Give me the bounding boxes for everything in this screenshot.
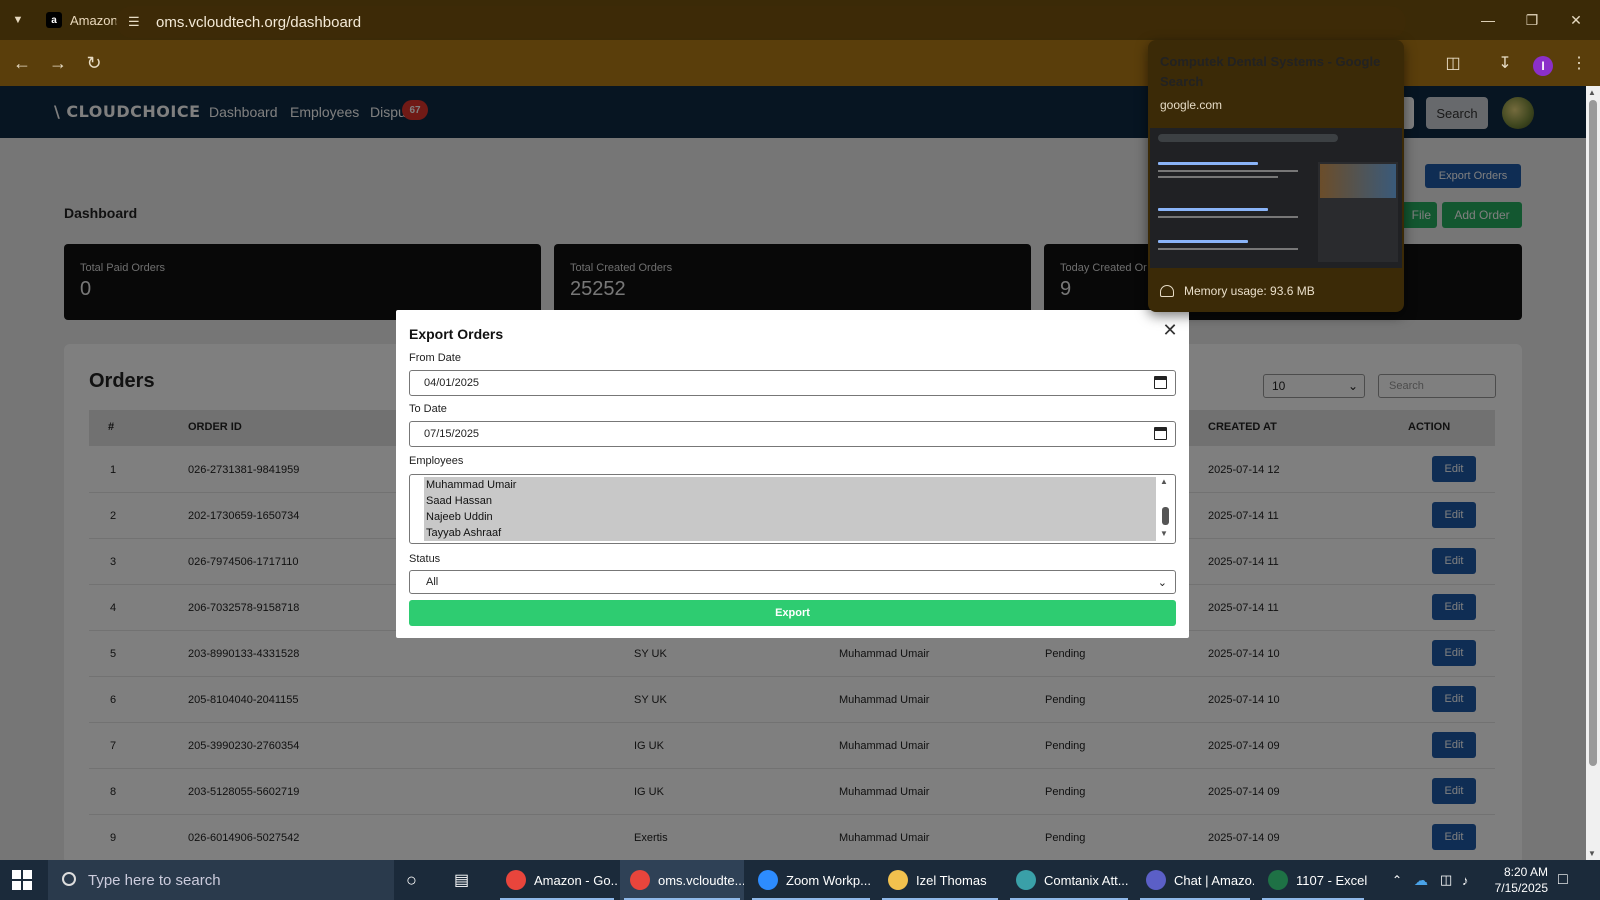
search-icon <box>62 872 76 886</box>
to-date-value: 07/15/2025 <box>424 428 480 440</box>
to-date-input[interactable]: 07/15/2025 <box>409 421 1176 447</box>
status-value: All <box>426 576 439 588</box>
taskbar-search-input[interactable]: Type here to search <box>48 860 394 900</box>
preview-result-text <box>1158 248 1298 250</box>
cortana-icon[interactable]: ○ <box>406 860 417 900</box>
chrome-icon <box>506 870 526 890</box>
scroll-up-icon[interactable]: ▲ <box>1588 88 1596 97</box>
taskbar-search-placeholder: Type here to search <box>88 871 221 889</box>
chrome-icon <box>630 870 650 890</box>
taskbar-app-label: Izel Thomas <box>916 872 987 888</box>
taskbar-clock[interactable]: 8:20 AM 7/15/2025 <box>1486 864 1548 896</box>
preview-search-bar <box>1158 134 1338 142</box>
modal-title: Export Orders <box>409 326 504 342</box>
preview-result-link <box>1158 240 1248 243</box>
scrollbar-thumb[interactable] <box>1589 100 1597 766</box>
close-window-icon[interactable]: ✕ <box>1554 0 1598 40</box>
clock-date: 7/15/2025 <box>1494 881 1548 895</box>
from-date-value: 04/01/2025 <box>424 377 480 389</box>
close-icon[interactable]: ✕ <box>1160 320 1180 340</box>
employees-multiselect[interactable]: Muhammad Umair Saad Hassan Najeeb Uddin … <box>409 474 1176 544</box>
taskbar-app[interactable]: Zoom Workp... <box>748 860 874 900</box>
chevron-down-icon: ⌄ <box>1157 576 1167 589</box>
taskbar-app-label: 1107 - Excel <box>1296 872 1368 888</box>
clock-time: 8:20 AM <box>1503 865 1548 879</box>
forward-icon[interactable]: → <box>40 45 76 81</box>
scroll-down-icon[interactable]: ▼ <box>1588 849 1596 858</box>
windows-start-icon[interactable] <box>12 870 32 890</box>
employee-option[interactable]: Saad Hassan <box>426 495 492 507</box>
employees-scrollbar[interactable]: ▲ ▼ <box>1159 477 1171 539</box>
restore-icon[interactable]: ❐ <box>1510 0 1554 40</box>
extensions-icon[interactable]: ◫ <box>1440 50 1466 76</box>
employee-option[interactable]: Muhammad Umair <box>426 479 516 491</box>
page-scrollbar[interactable]: ▲ ▼ <box>1586 86 1600 860</box>
taskbar-app[interactable]: Izel Thomas <box>878 860 1002 900</box>
preview-result-text <box>1158 176 1278 178</box>
to-date-label: To Date <box>409 403 447 415</box>
site-info-icon[interactable]: ☰ <box>128 14 144 30</box>
calendar-icon[interactable] <box>1154 376 1167 389</box>
preview-result-link <box>1158 162 1258 165</box>
hover-card-domain: google.com <box>1160 98 1223 112</box>
from-date-label: From Date <box>409 352 461 364</box>
memory-usage: Memory usage: 93.6 MB <box>1160 284 1315 298</box>
employees-label: Employees <box>409 455 464 467</box>
teams-icon <box>1146 870 1166 890</box>
taskbar-app-label: Chat | Amazo... <box>1174 872 1254 888</box>
profile-avatar[interactable]: I <box>1530 53 1556 79</box>
network-icon[interactable]: ◫ <box>1440 860 1452 900</box>
excel-icon <box>1268 870 1288 890</box>
minimize-icon[interactable]: — <box>1466 0 1510 40</box>
taskbar-app-label: Comtanix Att... <box>1044 872 1129 888</box>
employee-option[interactable]: Najeeb Uddin <box>426 511 493 523</box>
back-icon[interactable]: ← <box>4 45 40 81</box>
folder-icon <box>888 870 908 890</box>
employee-option[interactable]: Tayyab Ashraaf <box>426 527 501 539</box>
calendar-icon[interactable] <box>1154 427 1167 440</box>
status-label: Status <box>409 553 441 565</box>
scroll-up-icon[interactable]: ▲ <box>1160 477 1168 486</box>
preview-map-image <box>1320 164 1396 198</box>
taskbar-app[interactable]: oms.vcloudte... <box>620 860 744 900</box>
url-text: oms.vcloudtech.org/dashboard <box>156 13 362 31</box>
taskbar-app-label: oms.vcloudte... <box>658 872 744 888</box>
status-select[interactable]: All ⌄ <box>409 570 1176 594</box>
taskbar-app[interactable]: Comtanix Att... <box>1006 860 1132 900</box>
taskbar-app-label: Zoom Workp... <box>786 872 872 888</box>
memory-gauge-icon <box>1160 285 1174 297</box>
scroll-down-icon[interactable]: ▼ <box>1160 529 1168 538</box>
tab-search-menu-icon[interactable]: ▼ <box>0 0 36 40</box>
download-icon[interactable]: ↧ <box>1492 50 1518 76</box>
taskbar-app[interactable]: 1107 - Excel <box>1258 860 1368 900</box>
preview-result-link <box>1158 208 1268 211</box>
memory-usage-text: Memory usage: 93.6 MB <box>1184 284 1315 298</box>
volume-icon[interactable]: ♪ <box>1462 860 1469 900</box>
taskbar-app-label: Amazon - Go... <box>534 872 618 888</box>
taskbar-app[interactable]: Amazon - Go... <box>496 860 618 900</box>
tray-overflow-icon[interactable]: ⌃ <box>1392 860 1402 900</box>
notifications-icon[interactable]: □ <box>1558 860 1568 900</box>
reload-icon[interactable]: ↻ <box>76 45 112 81</box>
selected-highlight <box>424 477 1156 541</box>
scrollbar-thumb[interactable] <box>1162 507 1169 525</box>
taskbar-app[interactable]: Chat | Amazo... <box>1136 860 1254 900</box>
profile-initial-icon: I <box>1533 56 1553 76</box>
zoom-icon <box>758 870 778 890</box>
hover-card-title: Computek Dental Systems - Google Search <box>1160 54 1381 89</box>
export-button[interactable]: Export <box>409 600 1176 626</box>
preview-result-text <box>1158 170 1298 172</box>
address-bar[interactable]: ☰ oms.vcloudtech.org/dashboard <box>116 6 1406 38</box>
from-date-input[interactable]: 04/01/2025 <box>409 370 1176 396</box>
onedrive-icon[interactable]: ☁ <box>1414 860 1428 900</box>
amazon-icon: a <box>46 12 62 28</box>
browser-menu-icon[interactable]: ⋮ <box>1566 50 1592 76</box>
task-view-icon[interactable]: ▤ <box>454 860 469 900</box>
comtanix-icon <box>1016 870 1036 890</box>
tab-preview-thumbnail <box>1150 128 1402 268</box>
preview-result-text <box>1158 216 1298 218</box>
